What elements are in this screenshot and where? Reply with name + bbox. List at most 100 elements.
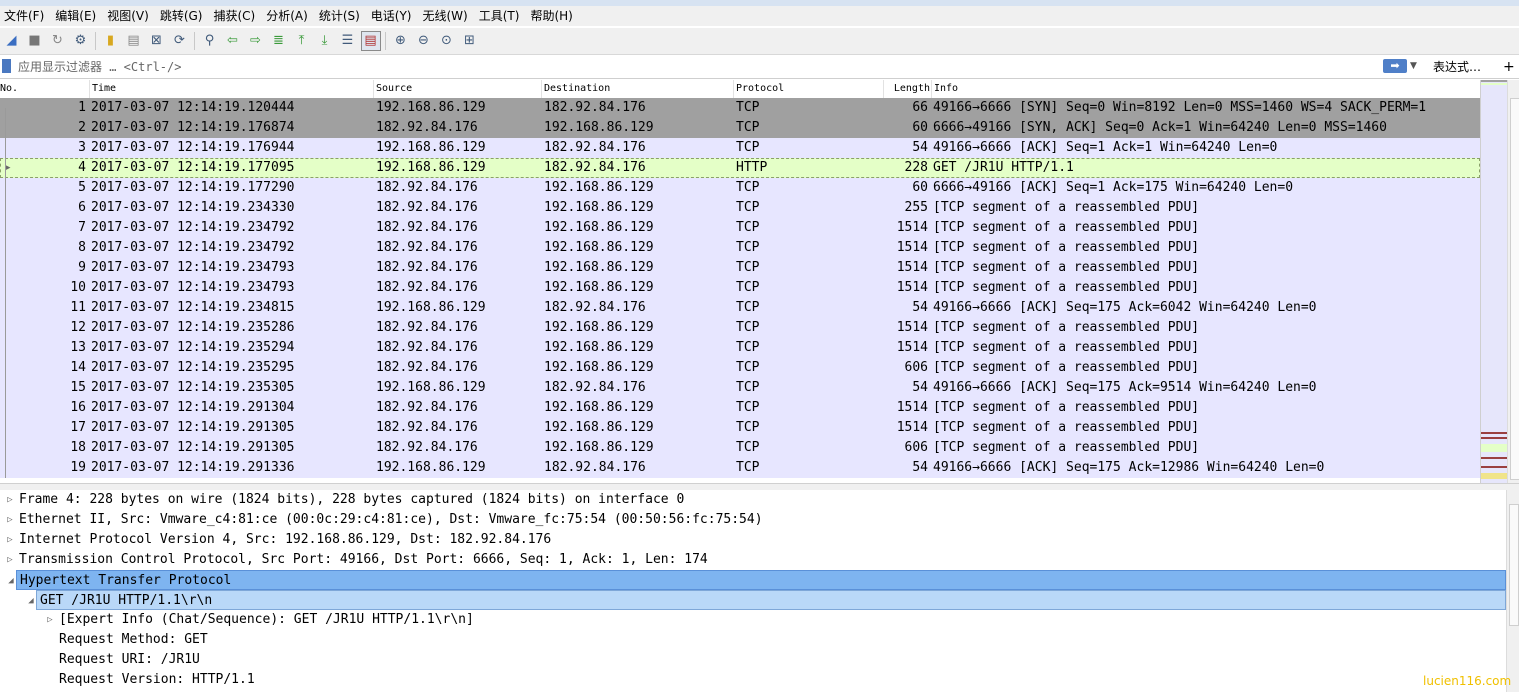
menu-item[interactable]: 分析(A): [262, 6, 315, 26]
zoom-in-icon[interactable]: ⊕: [391, 31, 411, 51]
go-forward-icon[interactable]: ⇨: [246, 31, 266, 51]
packet-row[interactable]: 18 2017-03-07 12:14:19.291305 182.92.84.17…: [0, 438, 1480, 458]
colorize-icon[interactable]: ▤: [360, 31, 381, 51]
packet-minimap[interactable]: [1480, 80, 1507, 483]
menu-item[interactable]: 编辑(E): [51, 6, 103, 26]
display-filter-input[interactable]: 应用显示过滤器 … <Ctrl-/>: [18, 56, 181, 78]
detail-tree-item[interactable]: Request Version: HTTP/1.1: [0, 670, 1506, 690]
packet-details-tree[interactable]: ▷ Frame 4: 228 bytes on wire (1824 bits),…: [0, 490, 1506, 692]
expanded-arrow-icon[interactable]: ◢: [6, 571, 16, 591]
packet-row[interactable]: 2 2017-03-07 12:14:19.176874 182.92.84.176…: [0, 118, 1480, 138]
detail-tree-item[interactable]: ▷ Internet Protocol Version 4, Src: 192.1…: [0, 530, 1506, 550]
arrow-right-icon[interactable]: ➡: [1383, 59, 1407, 73]
packet-no: 10: [70, 280, 86, 295]
detail-tree-item[interactable]: ◢ GET /JR1U HTTP/1.1\r\n: [28, 590, 1506, 610]
column-header-info[interactable]: Info: [931, 80, 1474, 98]
packet-row[interactable]: 14 2017-03-07 12:14:19.235295 182.92.84.17…: [0, 358, 1480, 378]
resize-columns-icon[interactable]: ⊞: [460, 31, 480, 51]
packet-row[interactable]: 1 2017-03-07 12:14:19.120444 192.168.86.12…: [0, 98, 1480, 118]
column-header-time[interactable]: Time: [89, 80, 376, 98]
packet-no: 13: [70, 340, 86, 355]
close-file-icon[interactable]: ⊠: [147, 31, 167, 51]
detail-tree-item[interactable]: ▷ Transmission Control Protocol, Src Port…: [0, 550, 1506, 570]
packet-list[interactable]: No. Time Source Destination Protocol Len…: [0, 80, 1480, 483]
packet-row[interactable]: 15 2017-03-07 12:14:19.235305 192.168.86.1…: [0, 378, 1480, 398]
capture-options-icon[interactable]: ⚙: [71, 31, 91, 51]
go-back-icon[interactable]: ⇦: [223, 31, 243, 51]
packet-row[interactable]: 9 2017-03-07 12:14:19.234793 182.92.84.176…: [0, 258, 1480, 278]
packet-source: 182.92.84.176: [376, 260, 478, 275]
packet-length: 1514: [896, 420, 928, 435]
minimap-mark: [1481, 437, 1507, 439]
detail-tree-item[interactable]: ▷ Ethernet II, Src: Vmware_c4:81:ce (00:0…: [0, 510, 1506, 530]
expanded-arrow-icon[interactable]: ◢: [26, 591, 36, 611]
collapsed-arrow-icon[interactable]: ▷: [5, 490, 15, 510]
reload-file-icon[interactable]: ⟳: [170, 31, 190, 51]
column-header-no[interactable]: No.: [0, 80, 18, 98]
menu-item[interactable]: 无线(W): [419, 6, 475, 26]
packet-row[interactable]: 19 2017-03-07 12:14:19.291336 192.168.86.1…: [0, 458, 1480, 478]
menu-item[interactable]: 电话(Y): [367, 6, 419, 26]
scrollbar-thumb[interactable]: [1510, 98, 1519, 480]
packet-destination: 192.168.86.129: [544, 400, 654, 415]
packet-row[interactable]: 7 2017-03-07 12:14:19.234792 182.92.84.176…: [0, 218, 1480, 238]
detail-tree-item[interactable]: ▷ [Expert Info (Chat/Sequence): GET /JR1U…: [0, 610, 1506, 630]
collapsed-arrow-icon[interactable]: ▷: [5, 530, 15, 550]
packet-row[interactable]: 10 2017-03-07 12:14:19.234793 182.92.84.17…: [0, 278, 1480, 298]
find-packet-icon[interactable]: ⚲: [200, 31, 220, 51]
packet-list-scrollbar[interactable]: [1507, 80, 1519, 483]
packet-details-scrollbar[interactable]: [1506, 490, 1519, 692]
menu-item[interactable]: 帮助(H): [526, 6, 579, 26]
detail-tree-item[interactable]: Request URI: /JR1U: [0, 650, 1506, 670]
detail-tree-item[interactable]: ◢ Hypertext Transfer Protocol: [8, 570, 1506, 590]
column-header-length[interactable]: Length: [883, 80, 932, 98]
menu-item[interactable]: 视图(V): [103, 6, 156, 26]
detail-tree-label: GET /JR1U HTTP/1.1\r\n: [40, 593, 213, 608]
collapsed-arrow-icon[interactable]: ▷: [45, 610, 55, 630]
collapsed-arrow-icon[interactable]: ▷: [5, 510, 15, 530]
menu-item[interactable]: 跳转(G): [156, 6, 210, 26]
menu-item[interactable]: 工具(T): [475, 6, 527, 26]
go-last-packet-icon[interactable]: ⤓: [315, 31, 335, 51]
packet-destination: 192.168.86.129: [544, 260, 654, 275]
open-file-icon[interactable]: ▮: [101, 31, 121, 51]
packet-destination: 192.168.86.129: [544, 280, 654, 295]
save-file-icon[interactable]: ▤: [124, 31, 144, 51]
bookmark-icon[interactable]: [2, 59, 11, 73]
column-header-source[interactable]: Source: [373, 80, 542, 98]
packet-row[interactable]: 12 2017-03-07 12:14:19.235286 182.92.84.17…: [0, 318, 1480, 338]
packet-row[interactable]: 11 2017-03-07 12:14:19.234815 192.168.86.1…: [0, 298, 1480, 318]
packet-source: 182.92.84.176: [376, 360, 478, 375]
go-to-packet-icon[interactable]: ≣: [269, 31, 289, 51]
shark-fin-start-icon[interactable]: ◢: [2, 31, 22, 51]
packet-row[interactable]: 6 2017-03-07 12:14:19.234330 182.92.84.176…: [0, 198, 1480, 218]
stop-capture-icon[interactable]: ■: [25, 31, 45, 51]
expression-button[interactable]: 表达式…: [1433, 56, 1481, 78]
packet-row[interactable]: 16 2017-03-07 12:14:19.291304 182.92.84.17…: [0, 398, 1480, 418]
chevron-down-icon[interactable]: ▼: [1410, 59, 1417, 73]
packet-row[interactable]: 13 2017-03-07 12:14:19.235294 182.92.84.17…: [0, 338, 1480, 358]
packet-row[interactable]: 4 2017-03-07 12:14:19.177095 192.168.86.12…: [0, 158, 1480, 178]
column-header-protocol[interactable]: Protocol: [733, 80, 884, 98]
packet-no: 1: [78, 100, 86, 115]
restart-capture-icon[interactable]: ↻: [48, 31, 68, 51]
packet-row[interactable]: 3 2017-03-07 12:14:19.176944 192.168.86.12…: [0, 138, 1480, 158]
go-first-packet-icon[interactable]: ⤒: [292, 31, 312, 51]
menu-item[interactable]: 统计(S): [315, 6, 367, 26]
collapsed-arrow-icon[interactable]: ▷: [5, 550, 15, 570]
zoom-normal-icon[interactable]: ⊙: [437, 31, 457, 51]
menu-item[interactable]: 文件(F): [0, 6, 51, 26]
auto-scroll-icon[interactable]: ☰: [338, 31, 358, 51]
add-filter-button[interactable]: +: [1503, 56, 1515, 78]
detail-tree-item[interactable]: Request Method: GET: [0, 630, 1506, 650]
detail-tree-item[interactable]: ▷ Frame 4: 228 bytes on wire (1824 bits),…: [0, 490, 1506, 510]
packet-row[interactable]: 17 2017-03-07 12:14:19.291305 182.92.84.17…: [0, 418, 1480, 438]
column-header-destination[interactable]: Destination: [541, 80, 734, 98]
packet-row[interactable]: 5 2017-03-07 12:14:19.177290 182.92.84.176…: [0, 178, 1480, 198]
packet-row[interactable]: 8 2017-03-07 12:14:19.234792 182.92.84.176…: [0, 238, 1480, 258]
packet-length: 1514: [896, 220, 928, 235]
menu-item[interactable]: 捕获(C): [209, 6, 262, 26]
scrollbar-thumb[interactable]: [1509, 504, 1519, 626]
zoom-out-icon[interactable]: ⊖: [414, 31, 434, 51]
packet-length: 255: [904, 200, 928, 215]
